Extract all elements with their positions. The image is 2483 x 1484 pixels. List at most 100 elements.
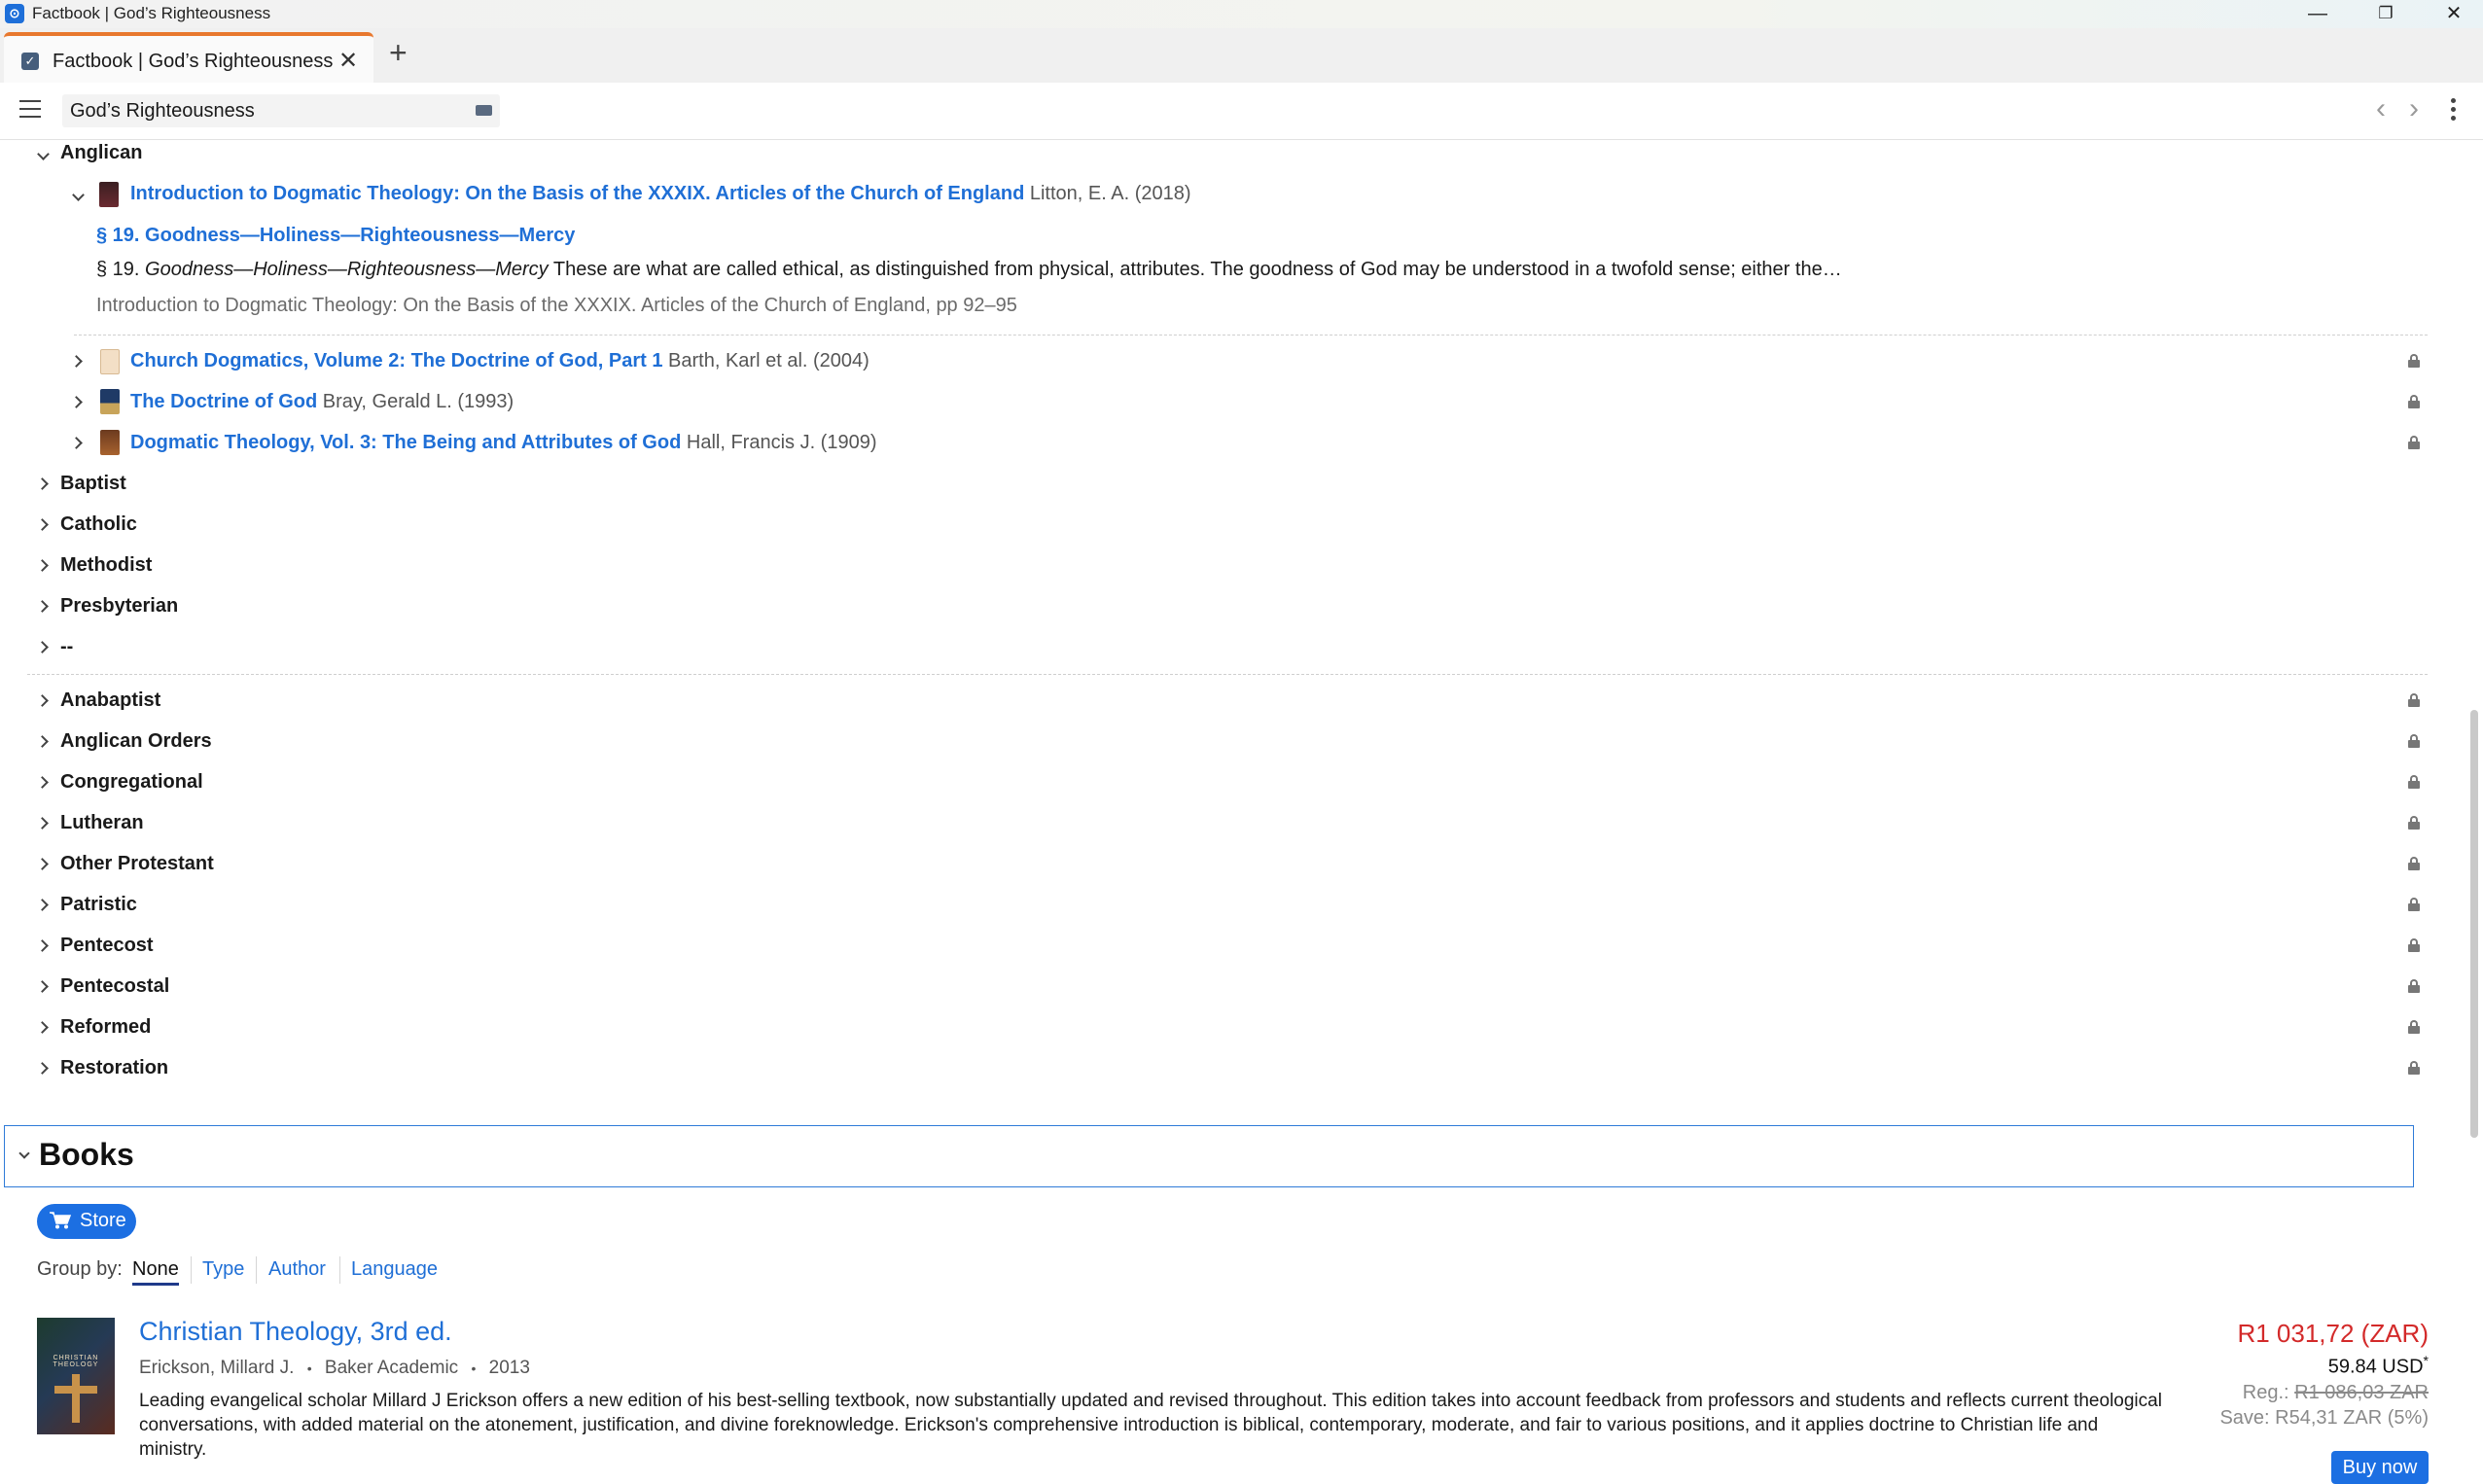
chevron-right-icon[interactable] — [70, 355, 83, 368]
tab-factbook[interactable]: ✓ Factbook | God’s Righteousness ✕ — [4, 32, 373, 83]
separator: • — [306, 1360, 312, 1376]
cover-title: CHRISTIAN THEOLOGY — [53, 1355, 99, 1368]
store-label: Store — [80, 1210, 126, 1231]
tab-close-icon[interactable]: ✕ — [338, 47, 358, 75]
group-by-none[interactable]: None — [132, 1258, 179, 1286]
tradition-catholic[interactable]: Catholic — [60, 513, 137, 536]
chevron-right-icon[interactable] — [36, 899, 49, 911]
tradition-patristic[interactable]: Patristic — [60, 894, 137, 916]
book-cover-icon — [100, 430, 120, 455]
tradition-pentecostal[interactable]: Pentecostal — [60, 975, 169, 998]
tradition-other-protestant[interactable]: Other Protestant — [60, 853, 214, 875]
tradition-pentecost[interactable]: Pentecost — [60, 935, 154, 957]
checklist-icon: ✓ — [21, 53, 39, 70]
lock-icon — [2408, 395, 2420, 408]
tradition-anglican[interactable]: Anglican — [60, 142, 142, 164]
chevron-right-icon[interactable] — [70, 396, 83, 408]
book-cover-icon — [100, 349, 120, 374]
tab-strip: ✓ Factbook | God’s Righteousness ✕ — [0, 28, 2483, 83]
divider — [191, 1256, 192, 1284]
divider — [256, 1256, 257, 1284]
lock-icon — [2408, 898, 2420, 911]
tab-label: Factbook | God’s Righteousness — [53, 51, 334, 72]
books-title: Books — [39, 1137, 134, 1172]
book-row-hall[interactable]: Dogmatic Theology, Vol. 3: The Being and… — [130, 432, 877, 454]
search-input[interactable]: God’s Righteousness — [62, 94, 500, 127]
lock-icon — [2408, 734, 2420, 748]
chevron-right-icon[interactable] — [36, 641, 49, 654]
chevron-right-icon[interactable] — [36, 858, 49, 870]
chevron-down-icon[interactable] — [18, 1148, 30, 1159]
usd-value: 59.84 USD — [2327, 1356, 2424, 1378]
back-icon[interactable]: ‹ — [2376, 94, 2386, 124]
section-link[interactable]: § 19. Goodness—Holiness—Righteousness—Me… — [96, 225, 575, 247]
chevron-right-icon[interactable] — [36, 776, 49, 789]
book-meta: Bray, Gerald L. (1993) — [322, 391, 514, 412]
book-cover-icon — [99, 182, 119, 207]
restore-icon[interactable]: ❐ — [2352, 0, 2420, 28]
snippet-prefix: § 19. — [96, 259, 146, 280]
tradition-lutheran[interactable]: Lutheran — [60, 812, 144, 834]
lock-icon — [2408, 693, 2420, 707]
tradition-baptist[interactable]: Baptist — [60, 473, 126, 495]
book-meta: Hall, Francis J. (1909) — [686, 432, 877, 453]
chevron-right-icon[interactable] — [36, 600, 49, 613]
tradition-reformed[interactable]: Reformed — [60, 1016, 151, 1039]
chevron-right-icon[interactable] — [70, 437, 83, 449]
scrollbar[interactable] — [2470, 710, 2478, 1138]
toolbar: God’s Righteousness ‹ › — [0, 83, 2483, 140]
tradition-congregational[interactable]: Congregational — [60, 771, 203, 794]
book-cover-image[interactable]: CHRISTIAN THEOLOGY — [37, 1318, 115, 1434]
book-savings: Save: R54,31 ZAR (5%) — [2219, 1407, 2429, 1429]
divider — [339, 1256, 340, 1284]
divider — [74, 335, 2428, 336]
chevron-down-icon[interactable] — [37, 148, 50, 160]
tradition-anabaptist[interactable]: Anabaptist — [60, 689, 160, 712]
tradition-anglican-orders[interactable]: Anglican Orders — [60, 730, 212, 753]
tradition-other[interactable]: -- — [60, 636, 73, 658]
group-by-label: Group by: — [37, 1258, 123, 1280]
chevron-right-icon[interactable] — [36, 1062, 49, 1075]
chevron-right-icon[interactable] — [36, 1021, 49, 1034]
chevron-right-icon[interactable] — [36, 559, 49, 572]
chevron-right-icon[interactable] — [36, 735, 49, 748]
chevron-right-icon[interactable] — [36, 518, 49, 531]
group-by-type[interactable]: Type — [202, 1258, 244, 1281]
book-row-bray[interactable]: The Doctrine of God Bray, Gerald L. (199… — [130, 391, 514, 413]
cart-icon — [50, 1212, 71, 1229]
search-input-value: God’s Righteousness — [70, 100, 255, 122]
tradition-restoration[interactable]: Restoration — [60, 1057, 168, 1079]
books-section-header[interactable]: Books — [4, 1125, 2414, 1187]
book-title-link[interactable]: Christian Theology, 3rd ed. — [139, 1317, 452, 1347]
book-title-link[interactable]: The Doctrine of God — [130, 391, 317, 412]
forward-icon[interactable]: › — [2409, 94, 2419, 124]
lock-icon — [2408, 436, 2420, 449]
book-year: 2013 — [488, 1358, 530, 1378]
new-tab-button[interactable]: + — [389, 37, 408, 68]
buy-now-button[interactable]: Buy now — [2331, 1451, 2429, 1484]
book-meta: Barth, Karl et al. (2004) — [668, 350, 869, 371]
store-button[interactable]: Store — [37, 1204, 136, 1239]
keyboard-icon[interactable] — [476, 105, 492, 116]
chevron-right-icon[interactable] — [36, 694, 49, 707]
group-by-language[interactable]: Language — [351, 1258, 438, 1281]
hamburger-menu-icon[interactable] — [19, 100, 41, 120]
tradition-presbyterian[interactable]: Presbyterian — [60, 595, 178, 618]
chevron-right-icon[interactable] — [36, 817, 49, 830]
more-options-icon[interactable] — [2451, 98, 2457, 124]
tradition-methodist[interactable]: Methodist — [60, 554, 152, 577]
chevron-right-icon[interactable] — [36, 939, 49, 952]
close-icon[interactable]: ✕ — [2420, 0, 2483, 28]
chevron-right-icon[interactable] — [36, 980, 49, 993]
book-title-link[interactable]: Dogmatic Theology, Vol. 3: The Being and… — [130, 432, 681, 453]
group-by-author[interactable]: Author — [268, 1258, 326, 1281]
book-row-litton[interactable]: Introduction to Dogmatic Theology: On th… — [130, 183, 1191, 205]
book-cover-icon — [100, 389, 120, 414]
book-title-link[interactable]: Introduction to Dogmatic Theology: On th… — [130, 183, 1024, 204]
book-row-barth[interactable]: Church Dogmatics, Volume 2: The Doctrine… — [130, 350, 869, 372]
chevron-down-icon[interactable] — [72, 189, 85, 201]
book-title-link[interactable]: Church Dogmatics, Volume 2: The Doctrine… — [130, 350, 662, 371]
chevron-right-icon[interactable] — [36, 477, 49, 490]
minimize-icon[interactable]: — — [2284, 0, 2352, 28]
snippet-text: § 19. Goodness—Holiness—Righteousness—Me… — [96, 259, 1842, 281]
